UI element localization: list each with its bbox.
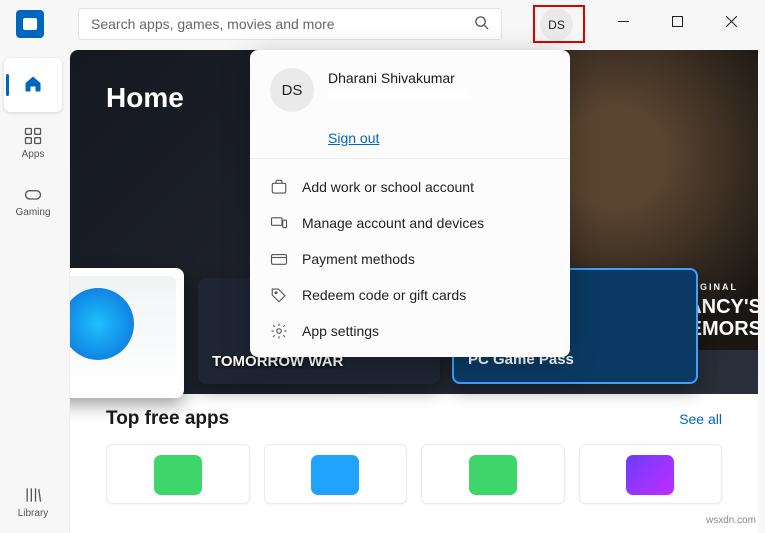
- app-card[interactable]: [106, 444, 250, 504]
- sign-out-link[interactable]: Sign out: [328, 130, 379, 146]
- search-input[interactable]: Search apps, games, movies and more: [78, 8, 502, 40]
- profile-header: DS Dharani Shivakumar: [250, 64, 570, 124]
- watermark: wsxdn.com: [703, 514, 759, 527]
- sidebar: Apps Gaming Library: [0, 50, 66, 533]
- user-email-redacted: [328, 89, 468, 100]
- sidebar-item-label: Apps: [22, 149, 45, 160]
- account-dropdown: DS Dharani Shivakumar Sign out Add work …: [250, 50, 570, 357]
- menu-label: Add work or school account: [302, 179, 474, 195]
- menu-redeem[interactable]: Redeem code or gift cards: [250, 277, 570, 313]
- page-title: Home: [106, 82, 184, 114]
- app-card[interactable]: [264, 444, 408, 504]
- store-logo-icon: [16, 10, 44, 38]
- app-icon: [311, 455, 359, 495]
- section-title: Top free apps: [106, 408, 229, 430]
- menu-label: App settings: [302, 323, 379, 339]
- app-icon: [626, 455, 674, 495]
- briefcase-icon: [270, 178, 288, 196]
- gear-icon: [270, 322, 288, 340]
- sidebar-item-library[interactable]: Library: [4, 475, 62, 529]
- sidebar-item-home[interactable]: [4, 58, 62, 112]
- app-row: [70, 430, 758, 518]
- menu-settings[interactable]: App settings: [250, 313, 570, 349]
- search-icon[interactable]: [474, 15, 489, 33]
- avatar: DS: [270, 68, 314, 112]
- tag-icon: [270, 286, 288, 304]
- maximize-button[interactable]: [655, 6, 699, 36]
- app-card[interactable]: [579, 444, 723, 504]
- close-button[interactable]: [709, 6, 753, 36]
- sidebar-item-label: Gaming: [15, 207, 50, 218]
- search-placeholder: Search apps, games, movies and more: [91, 16, 335, 32]
- minimize-button[interactable]: [601, 6, 645, 36]
- sidebar-item-gaming[interactable]: Gaming: [4, 174, 62, 228]
- sidebar-item-label: Library: [18, 508, 49, 519]
- sidebar-item-apps[interactable]: Apps: [4, 116, 62, 170]
- menu-manage-account[interactable]: Manage account and devices: [250, 205, 570, 241]
- menu-label: Manage account and devices: [302, 215, 484, 231]
- user-avatar-button[interactable]: DS: [540, 8, 576, 44]
- menu-label: Payment methods: [302, 251, 415, 267]
- avatar: DS: [540, 8, 573, 41]
- section-header: Top free apps See all: [70, 394, 758, 430]
- see-all-link[interactable]: See all: [679, 411, 722, 427]
- app-icon: [154, 455, 202, 495]
- window-controls: [589, 0, 765, 42]
- app-card[interactable]: [421, 444, 565, 504]
- card-icon: [270, 250, 288, 268]
- user-name: Dharani Shivakumar: [328, 68, 468, 86]
- app-icon: [469, 455, 517, 495]
- hero-tile-1[interactable]: [70, 268, 184, 398]
- menu-label: Redeem code or gift cards: [302, 287, 466, 303]
- devices-icon: [270, 214, 288, 232]
- menu-add-account[interactable]: Add work or school account: [250, 169, 570, 205]
- menu-payment[interactable]: Payment methods: [250, 241, 570, 277]
